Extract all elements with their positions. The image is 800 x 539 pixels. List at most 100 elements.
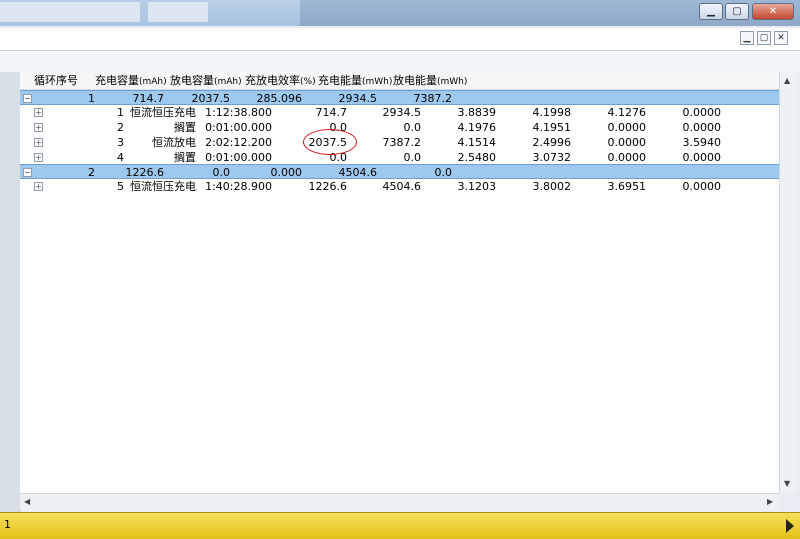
step-name: 恒流放电 bbox=[152, 136, 196, 149]
table-row[interactable]: + 1 恒流恒压充电 1:12:38.800 714.7 2934.5 3.88… bbox=[20, 105, 779, 120]
status-text: 1 bbox=[4, 518, 11, 531]
group-discharge-capacity: 2037.5 bbox=[191, 92, 231, 105]
expand-icon[interactable]: + bbox=[34, 123, 43, 132]
step-time: 1:12:38.800 bbox=[205, 106, 272, 119]
header-discharge-capacity[interactable]: 放电容量(mAh) bbox=[170, 72, 242, 89]
header-discharge-energy-unit: (mWh) bbox=[437, 77, 468, 87]
expand-icon[interactable]: + bbox=[34, 108, 43, 117]
group-efficiency: 0.000 bbox=[270, 166, 303, 179]
group-charge-capacity: 1226.6 bbox=[125, 166, 165, 179]
close-button[interactable]: ✕ bbox=[752, 3, 794, 20]
collapse-icon[interactable]: − bbox=[23, 94, 32, 103]
header-charge-capacity[interactable]: 充电容量(mAh) bbox=[95, 72, 167, 89]
step-number: 3 bbox=[117, 136, 124, 149]
header-discharge-capacity-unit: (mAh) bbox=[214, 77, 242, 87]
step-number: 4 bbox=[117, 151, 124, 164]
group-efficiency: 285.096 bbox=[256, 92, 303, 105]
step-energy: 0.0 bbox=[403, 151, 422, 164]
child-close-button[interactable]: ✕ bbox=[774, 31, 788, 45]
step-capacity: 714.7 bbox=[315, 106, 348, 119]
group-charge-energy: 2934.5 bbox=[338, 92, 378, 105]
step-number: 1 bbox=[117, 106, 124, 119]
group-cycle: 1 bbox=[88, 92, 95, 105]
table-row[interactable]: + 2 搁置 0:01:00.000 0.0 0.0 4.1976 4.1951… bbox=[20, 120, 779, 135]
collapse-icon[interactable]: − bbox=[23, 168, 32, 177]
step-name: 搁置 bbox=[174, 121, 196, 134]
group-discharge-energy: 7387.2 bbox=[413, 92, 453, 105]
group-row-cycle-2[interactable]: − 2 1226.6 0.0 0.000 4504.6 0.0 bbox=[20, 164, 779, 179]
table-row[interactable]: + 5 恒流恒压充电 1:40:28.900 1226.6 4504.6 3.1… bbox=[20, 179, 779, 194]
step-time: 1:40:28.900 bbox=[205, 180, 272, 193]
expand-icon[interactable]: + bbox=[34, 153, 43, 162]
group-discharge-capacity: 0.0 bbox=[212, 166, 231, 179]
step-energy: 7387.2 bbox=[382, 136, 422, 149]
step-name: 恒流恒压充电 bbox=[130, 180, 196, 193]
step-value-3: 4.1976 bbox=[457, 121, 497, 134]
step-value-5: 0.0000 bbox=[607, 136, 647, 149]
header-efficiency-unit: (%) bbox=[300, 77, 316, 87]
step-number: 2 bbox=[117, 121, 124, 134]
step-value-5: 0.0000 bbox=[607, 121, 647, 134]
arrow-right-icon bbox=[786, 519, 794, 533]
step-value-3: 2.5480 bbox=[457, 151, 497, 164]
expand-icon[interactable]: + bbox=[34, 182, 43, 191]
highlight-annotation bbox=[303, 129, 357, 155]
header-charge-energy-unit: (mWh) bbox=[362, 77, 393, 87]
step-value-4: 4.1998 bbox=[532, 106, 572, 119]
table-row[interactable]: + 4 搁置 0:01:00.000 0.0 0.0 2.5480 3.0732… bbox=[20, 150, 779, 165]
header-efficiency[interactable]: 充放电效率(%) bbox=[245, 72, 316, 89]
step-value-6: 0.0000 bbox=[682, 151, 722, 164]
step-capacity: 1226.6 bbox=[308, 180, 348, 193]
step-value-3: 3.8839 bbox=[457, 106, 497, 119]
table-row[interactable]: + 3 恒流放电 2:02:12.200 2037.5 7387.2 4.151… bbox=[20, 135, 779, 150]
left-rail bbox=[0, 72, 21, 512]
background-window-ghost bbox=[148, 2, 208, 22]
step-time: 0:01:00.000 bbox=[205, 151, 272, 164]
scroll-left-icon[interactable]: ◀ bbox=[24, 497, 30, 506]
header-charge-energy-label: 充电能量 bbox=[318, 74, 362, 87]
vertical-scrollbar[interactable]: ▲ ▼ bbox=[779, 72, 797, 493]
child-restore-button[interactable]: ▢ bbox=[757, 31, 771, 45]
grid-header: 循环序号 充电容量(mAh) 放电容量(mAh) 充放电效率(%) 充电能量(m… bbox=[20, 72, 779, 90]
background-window-ghost bbox=[0, 2, 140, 22]
step-time: 0:01:00.000 bbox=[205, 121, 272, 134]
header-cycle[interactable]: 循环序号 bbox=[34, 72, 78, 89]
group-charge-energy: 4504.6 bbox=[338, 166, 378, 179]
step-value-4: 2.4996 bbox=[532, 136, 572, 149]
child-minimize-button[interactable]: ▁ bbox=[740, 31, 754, 45]
step-value-6: 3.5940 bbox=[682, 136, 722, 149]
horizontal-scrollbar[interactable]: ◀ ▶ bbox=[20, 493, 779, 511]
step-value-6: 0.0000 bbox=[682, 106, 722, 119]
step-value-5: 4.1276 bbox=[607, 106, 647, 119]
scroll-down-icon[interactable]: ▼ bbox=[784, 479, 790, 488]
header-discharge-capacity-label: 放电容量 bbox=[170, 74, 214, 87]
scroll-up-icon[interactable]: ▲ bbox=[784, 76, 790, 85]
step-value-6: 0.0000 bbox=[682, 180, 722, 193]
step-value-4: 3.8002 bbox=[532, 180, 572, 193]
step-value-3: 4.1514 bbox=[457, 136, 497, 149]
group-cycle: 2 bbox=[88, 166, 95, 179]
header-charge-capacity-unit: (mAh) bbox=[139, 77, 167, 87]
group-charge-capacity: 714.7 bbox=[132, 92, 165, 105]
step-number: 5 bbox=[117, 180, 124, 193]
step-value-5: 0.0000 bbox=[607, 151, 647, 164]
step-value-3: 3.1203 bbox=[457, 180, 497, 193]
group-row-cycle-1[interactable]: − 1 714.7 2037.5 285.096 2934.5 7387.2 bbox=[20, 90, 779, 105]
maximize-button[interactable]: ▢ bbox=[725, 3, 749, 20]
step-value-6: 0.0000 bbox=[682, 121, 722, 134]
step-value-5: 3.6951 bbox=[607, 180, 647, 193]
toolbar-strip bbox=[0, 51, 800, 73]
step-energy: 2934.5 bbox=[382, 106, 422, 119]
header-charge-energy[interactable]: 充电能量(mWh) bbox=[318, 72, 392, 89]
step-time: 2:02:12.200 bbox=[205, 136, 272, 149]
step-energy: 4504.6 bbox=[382, 180, 422, 193]
child-titlebar: ▁ ▢ ✕ bbox=[0, 28, 800, 51]
scroll-right-icon[interactable]: ▶ bbox=[767, 497, 773, 506]
status-bar: 1 bbox=[0, 512, 800, 539]
header-discharge-energy[interactable]: 放电能量(mWh) bbox=[393, 72, 467, 89]
step-energy: 0.0 bbox=[403, 121, 422, 134]
header-discharge-energy-label: 放电能量 bbox=[393, 74, 437, 87]
expand-icon[interactable]: + bbox=[34, 138, 43, 147]
minimize-button[interactable]: ▁ bbox=[699, 3, 723, 20]
step-value-4: 4.1951 bbox=[532, 121, 572, 134]
